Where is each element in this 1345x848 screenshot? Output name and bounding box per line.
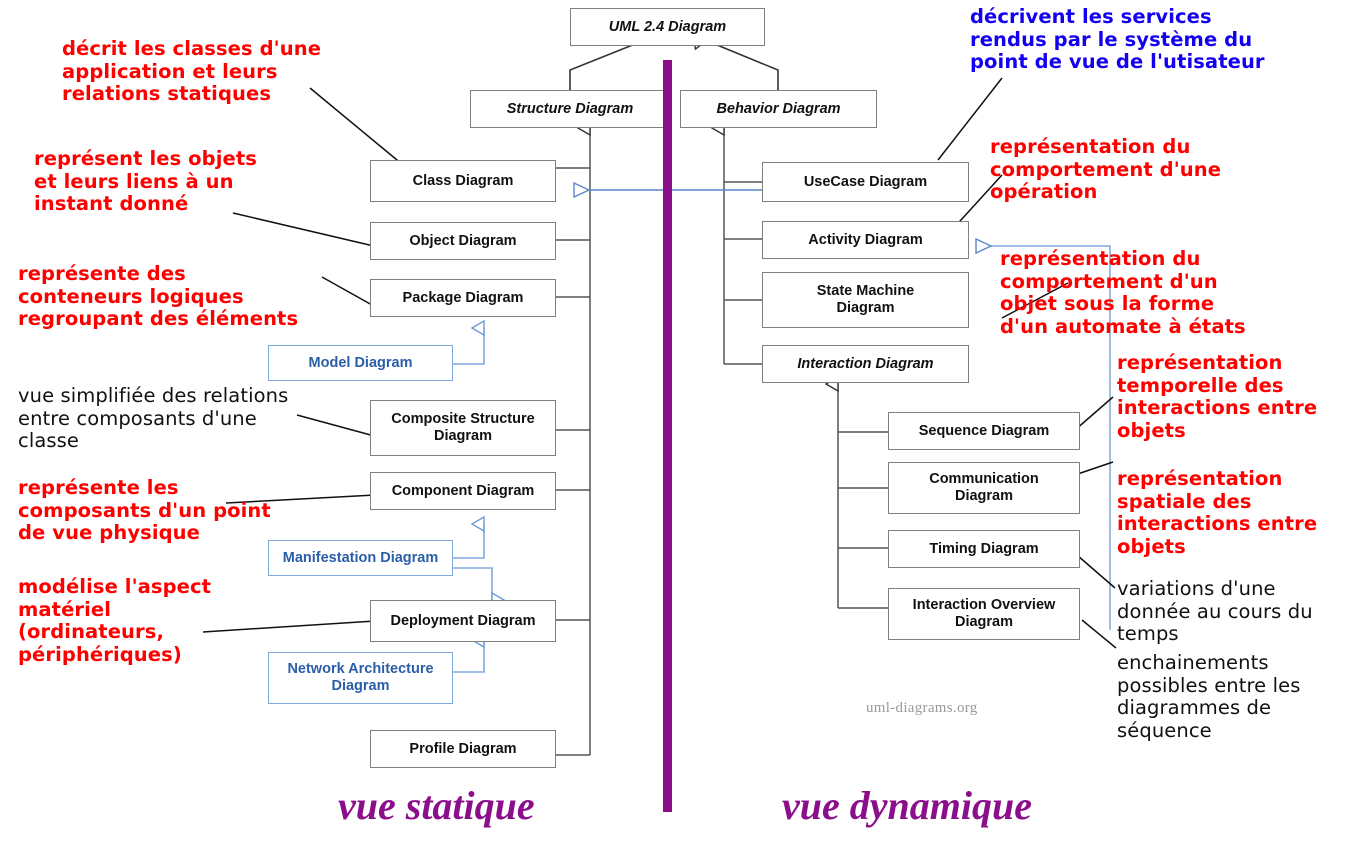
node-interaction-overview-diagram[interactable]: Interaction Overview Diagram <box>888 588 1080 640</box>
node-deployment-diagram[interactable]: Deployment Diagram <box>370 600 556 642</box>
node-structure-diagram[interactable]: Structure Diagram <box>470 90 670 128</box>
node-sequence-diagram[interactable]: Sequence Diagram <box>888 412 1080 450</box>
node-package-diagram[interactable]: Package Diagram <box>370 279 556 317</box>
annotation-state-machine-diagram: représentation du comportement d'un obje… <box>1000 247 1246 338</box>
node-model-diagram[interactable]: Model Diagram <box>268 345 453 381</box>
annotation-activity-diagram: représentation du comportement d'une opé… <box>990 135 1222 204</box>
node-activity-diagram[interactable]: Activity Diagram <box>762 221 969 259</box>
annotation-communication-diagram: représentation spatiale des interactions… <box>1117 467 1318 558</box>
node-interaction-diagram[interactable]: Interaction Diagram <box>762 345 969 383</box>
annotation-package-diagram: représente des conteneurs logiques regro… <box>18 262 299 331</box>
node-uml-2-4-diagram[interactable]: UML 2.4 Diagram <box>570 8 765 46</box>
node-component-diagram[interactable]: Component Diagram <box>370 472 556 510</box>
node-manifestation-diagram[interactable]: Manifestation Diagram <box>268 540 453 576</box>
node-communication-diagram[interactable]: Communication Diagram <box>888 462 1080 514</box>
uml-diagram-canvas: UML 2.4 Diagram Structure Diagram Behavi… <box>0 0 1345 848</box>
view-divider <box>663 60 672 812</box>
node-class-diagram[interactable]: Class Diagram <box>370 160 556 202</box>
node-state-machine-diagram[interactable]: State Machine Diagram <box>762 272 969 328</box>
view-label-static: vue statique <box>338 783 535 828</box>
node-composite-structure-diagram[interactable]: Composite Structure Diagram <box>370 400 556 456</box>
node-usecase-diagram[interactable]: UseCase Diagram <box>762 162 969 202</box>
node-behavior-diagram[interactable]: Behavior Diagram <box>680 90 877 128</box>
view-label-dynamic: vue dynamique <box>782 783 1032 828</box>
annotation-class-diagram: décrit les classes d'une application et … <box>62 37 322 106</box>
annotation-timing-diagram: variations d'une donnée au cours du temp… <box>1117 577 1313 646</box>
annotation-deployment-diagram: modélise l'aspect matériel (ordinateurs,… <box>18 575 212 666</box>
watermark: uml-diagrams.org <box>866 700 978 716</box>
annotation-object-diagram: représent les objets et leurs liens à un… <box>34 147 257 216</box>
node-timing-diagram[interactable]: Timing Diagram <box>888 530 1080 568</box>
annotation-usecase-diagram: décrivent les services rendus par le sys… <box>970 5 1265 74</box>
annotation-sequence-diagram: représentation temporelle des interactio… <box>1117 351 1318 442</box>
annotation-component-diagram: représente les composants d'un point de … <box>18 476 271 545</box>
node-profile-diagram[interactable]: Profile Diagram <box>370 730 556 768</box>
node-network-architecture-diagram[interactable]: Network Architecture Diagram <box>268 652 453 704</box>
annotation-composite-structure-diagram: vue simplifiée des relations entre compo… <box>18 384 289 453</box>
annotation-interaction-overview-diagram: enchainements possibles entre les diagra… <box>1117 651 1301 742</box>
node-object-diagram[interactable]: Object Diagram <box>370 222 556 260</box>
